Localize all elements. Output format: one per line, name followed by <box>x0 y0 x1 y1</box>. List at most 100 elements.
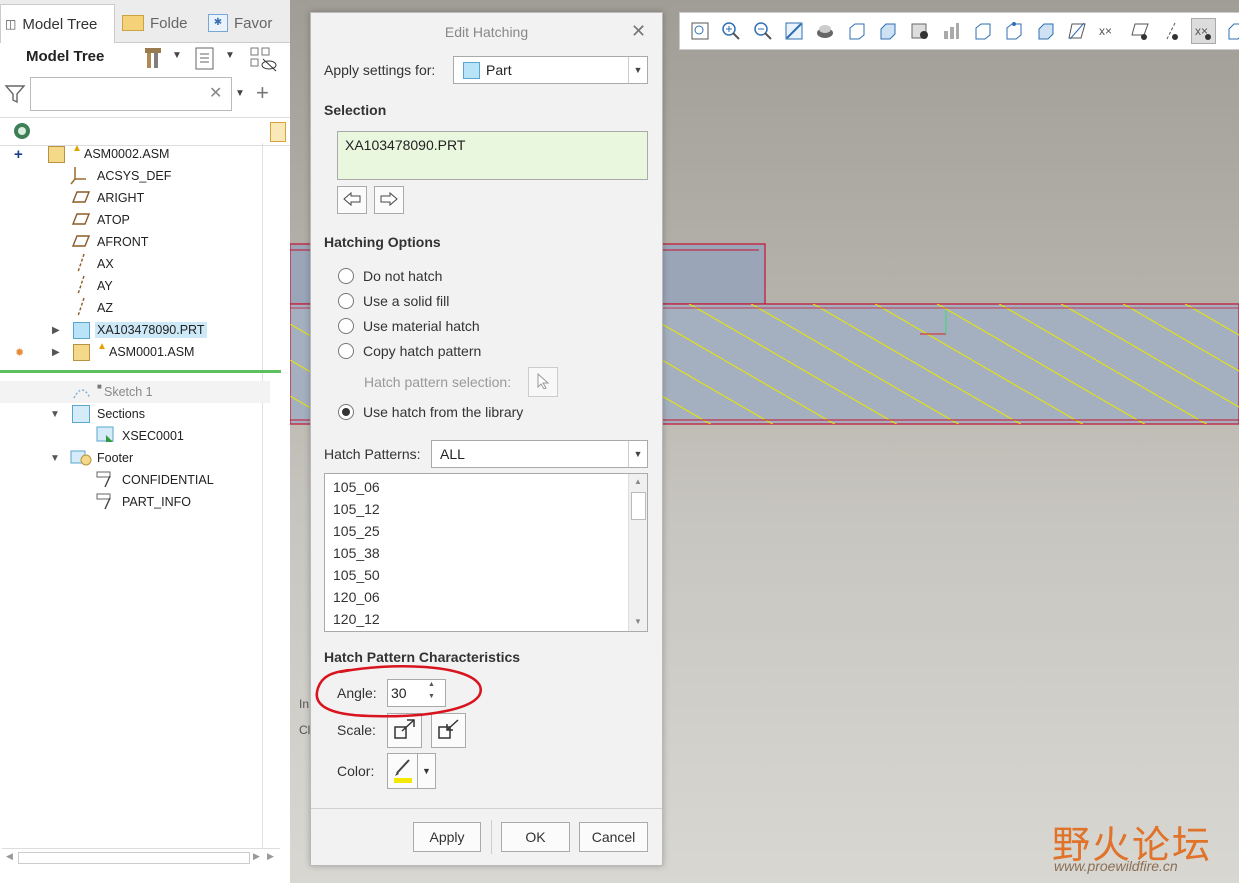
settings-tools-icon[interactable] <box>141 45 165 71</box>
cancel-button[interactable]: Cancel <box>579 822 648 852</box>
zoom-in-icon[interactable] <box>719 19 742 43</box>
clear-filter-icon[interactable]: ✕ <box>209 83 222 103</box>
list-item[interactable]: 105_12 <box>333 498 380 520</box>
tree-item-afront[interactable]: AFRONT <box>0 231 270 253</box>
hide-items-icon[interactable] <box>250 46 278 72</box>
scroll-thumb[interactable] <box>631 492 646 520</box>
tab-folder-browser[interactable]: Folde <box>122 4 200 42</box>
hatch-patterns-select[interactable]: ALL ▼ <box>431 440 648 468</box>
spin-center-icon[interactable] <box>1034 19 1057 43</box>
tree-item-xa103478090[interactable]: ▶ XA103478090.PRT <box>0 319 270 341</box>
scroll-left-icon[interactable]: ◀ <box>6 851 13 862</box>
point-display-icon[interactable]: x× <box>1097 19 1120 43</box>
datum-plane-icon <box>71 190 91 206</box>
apply-button[interactable]: Apply <box>413 822 481 852</box>
datum-axis-icon <box>76 275 86 298</box>
tree-item-ay[interactable]: AY <box>0 275 270 297</box>
list-item[interactable]: 105_38 <box>333 542 380 564</box>
insert-here-marker[interactable] <box>0 370 281 373</box>
radio-solid-fill[interactable]: Use a solid fill <box>338 290 449 312</box>
collapse-arrow-icon[interactable]: ▼ <box>50 453 60 464</box>
radio-library-hatch[interactable]: Use hatch from the library <box>338 401 523 423</box>
expand-arrow-icon[interactable]: ▶ <box>52 325 60 336</box>
hatch-pattern-list[interactable]: 105_06 105_12 105_25 105_38 105_50 120_0… <box>324 473 648 632</box>
scroll-end-icon[interactable]: ▶ <box>267 851 274 862</box>
apply-settings-select[interactable]: Part ▼ <box>453 56 648 84</box>
settings-dropdown-icon[interactable]: ▼ <box>172 50 182 61</box>
scroll-right-icon[interactable]: ▶ <box>253 851 260 862</box>
next-selection-button[interactable] <box>374 186 404 214</box>
collapse-arrow-icon[interactable]: ▼ <box>50 409 60 420</box>
tab-favorites[interactable]: ✱ Favor <box>208 4 288 42</box>
scroll-thumb[interactable] <box>18 852 250 864</box>
tree-item-asm0002[interactable]: + ▲ ASM0002.ASM <box>0 143 270 165</box>
list-item[interactable]: 105_25 <box>333 520 380 542</box>
close-icon[interactable]: ✕ <box>631 21 646 42</box>
chevron-down-icon[interactable]: ▼ <box>628 441 647 467</box>
expand-arrow-icon[interactable]: ▶ <box>52 347 60 358</box>
more-tools-icon[interactable] <box>1224 19 1239 43</box>
column-icon[interactable] <box>270 122 286 142</box>
tree-item-acsys-def[interactable]: ACSYS_DEF <box>0 165 270 187</box>
tree-horizontal-scrollbar[interactable]: ◀ ▶ ▶ <box>2 848 280 867</box>
coordinate-display-icon[interactable] <box>1128 19 1151 43</box>
tree-item-sections[interactable]: ▼ Sections <box>0 403 270 425</box>
show-all-datums-icon[interactable]: x× <box>1191 18 1217 44</box>
annotation-display-icon[interactable] <box>1002 19 1025 43</box>
radio-material-hatch[interactable]: Use material hatch <box>338 315 480 337</box>
display-style-icon[interactable] <box>814 19 837 43</box>
list-item[interactable]: 105_06 <box>333 476 380 498</box>
tree-item-footer[interactable]: ▼ Footer <box>0 447 270 469</box>
scroll-up-icon[interactable]: ▲ <box>634 477 642 486</box>
radio-copy-hatch-pattern[interactable]: Copy hatch pattern <box>338 340 481 362</box>
saved-orientations-icon[interactable] <box>845 19 868 43</box>
regenerate-icon[interactable] <box>11 120 33 142</box>
red-annotation-circle <box>315 664 482 718</box>
perspective-icon[interactable] <box>908 19 931 43</box>
list-scrollbar[interactable]: ▲ ▼ <box>628 474 647 631</box>
tree-item-part-info[interactable]: PART_INFO <box>0 491 270 513</box>
refit-icon[interactable] <box>688 19 711 43</box>
view-manager-icon[interactable] <box>877 19 900 43</box>
zoom-out-icon[interactable] <box>751 19 774 43</box>
filter-icon[interactable] <box>4 83 26 105</box>
list-item[interactable]: 120_12 <box>333 608 380 630</box>
tree-item-az[interactable]: AZ <box>0 297 270 319</box>
radio-do-not-hatch[interactable]: Do not hatch <box>338 265 442 287</box>
tab-model-tree[interactable]: ◫ Model Tree <box>0 4 115 43</box>
add-column-icon[interactable]: + <box>256 80 269 106</box>
tree-item-asm0001[interactable]: ✹ ▶ ▲ ASM0001.ASM <box>0 341 270 363</box>
tree-filter-input[interactable] <box>30 77 232 111</box>
dialog-title: Edit Hatching <box>444 24 529 40</box>
tree-item-sketch1[interactable]: ■ Sketch 1 <box>0 381 270 403</box>
tree-item-confidential[interactable]: CONFIDENTIAL <box>0 469 270 491</box>
cursor-arrow-icon <box>536 372 550 392</box>
tree-item-xsec0001[interactable]: XSEC0001 <box>0 425 270 447</box>
axis-display-icon[interactable] <box>1160 19 1183 43</box>
tree-item-aright[interactable]: ARIGHT <box>0 187 270 209</box>
hatch-patterns-label: Hatch Patterns: <box>324 446 421 462</box>
tree-item-atop[interactable]: ATOP <box>0 209 270 231</box>
hatch-pattern-select-button[interactable] <box>528 367 558 397</box>
show-dropdown-icon[interactable]: ▼ <box>225 50 235 61</box>
list-item[interactable]: 105_50 <box>333 564 380 586</box>
model-tree-panel: ◫ Model Tree Folde ✱ Favor Model Tree ▼ … <box>0 0 291 883</box>
selection-collector[interactable]: XA103478090.PRT <box>337 131 648 180</box>
show-list-icon[interactable] <box>194 46 216 72</box>
datum-display-icon[interactable] <box>940 19 963 43</box>
expand-plus-icon[interactable]: + <box>14 146 23 163</box>
section-icon[interactable] <box>971 19 994 43</box>
list-item[interactable]: 120_06 <box>333 586 380 608</box>
color-dropdown-button[interactable]: ▼ <box>417 753 436 789</box>
previous-selection-button[interactable] <box>337 186 367 214</box>
plane-display-icon[interactable] <box>1065 19 1088 43</box>
color-button[interactable] <box>387 753 419 789</box>
chevron-down-icon[interactable]: ▼ <box>628 57 647 83</box>
repaint-icon[interactable] <box>782 19 805 43</box>
filter-dropdown-icon[interactable]: ▼ <box>235 88 245 99</box>
apply-settings-label: Apply settings for: <box>324 62 436 78</box>
ok-button[interactable]: OK <box>501 822 570 852</box>
scroll-down-icon[interactable]: ▼ <box>634 617 642 626</box>
tree-item-ax[interactable]: AX <box>0 253 270 275</box>
tree-item-label: ACSYS_DEF <box>97 169 172 183</box>
